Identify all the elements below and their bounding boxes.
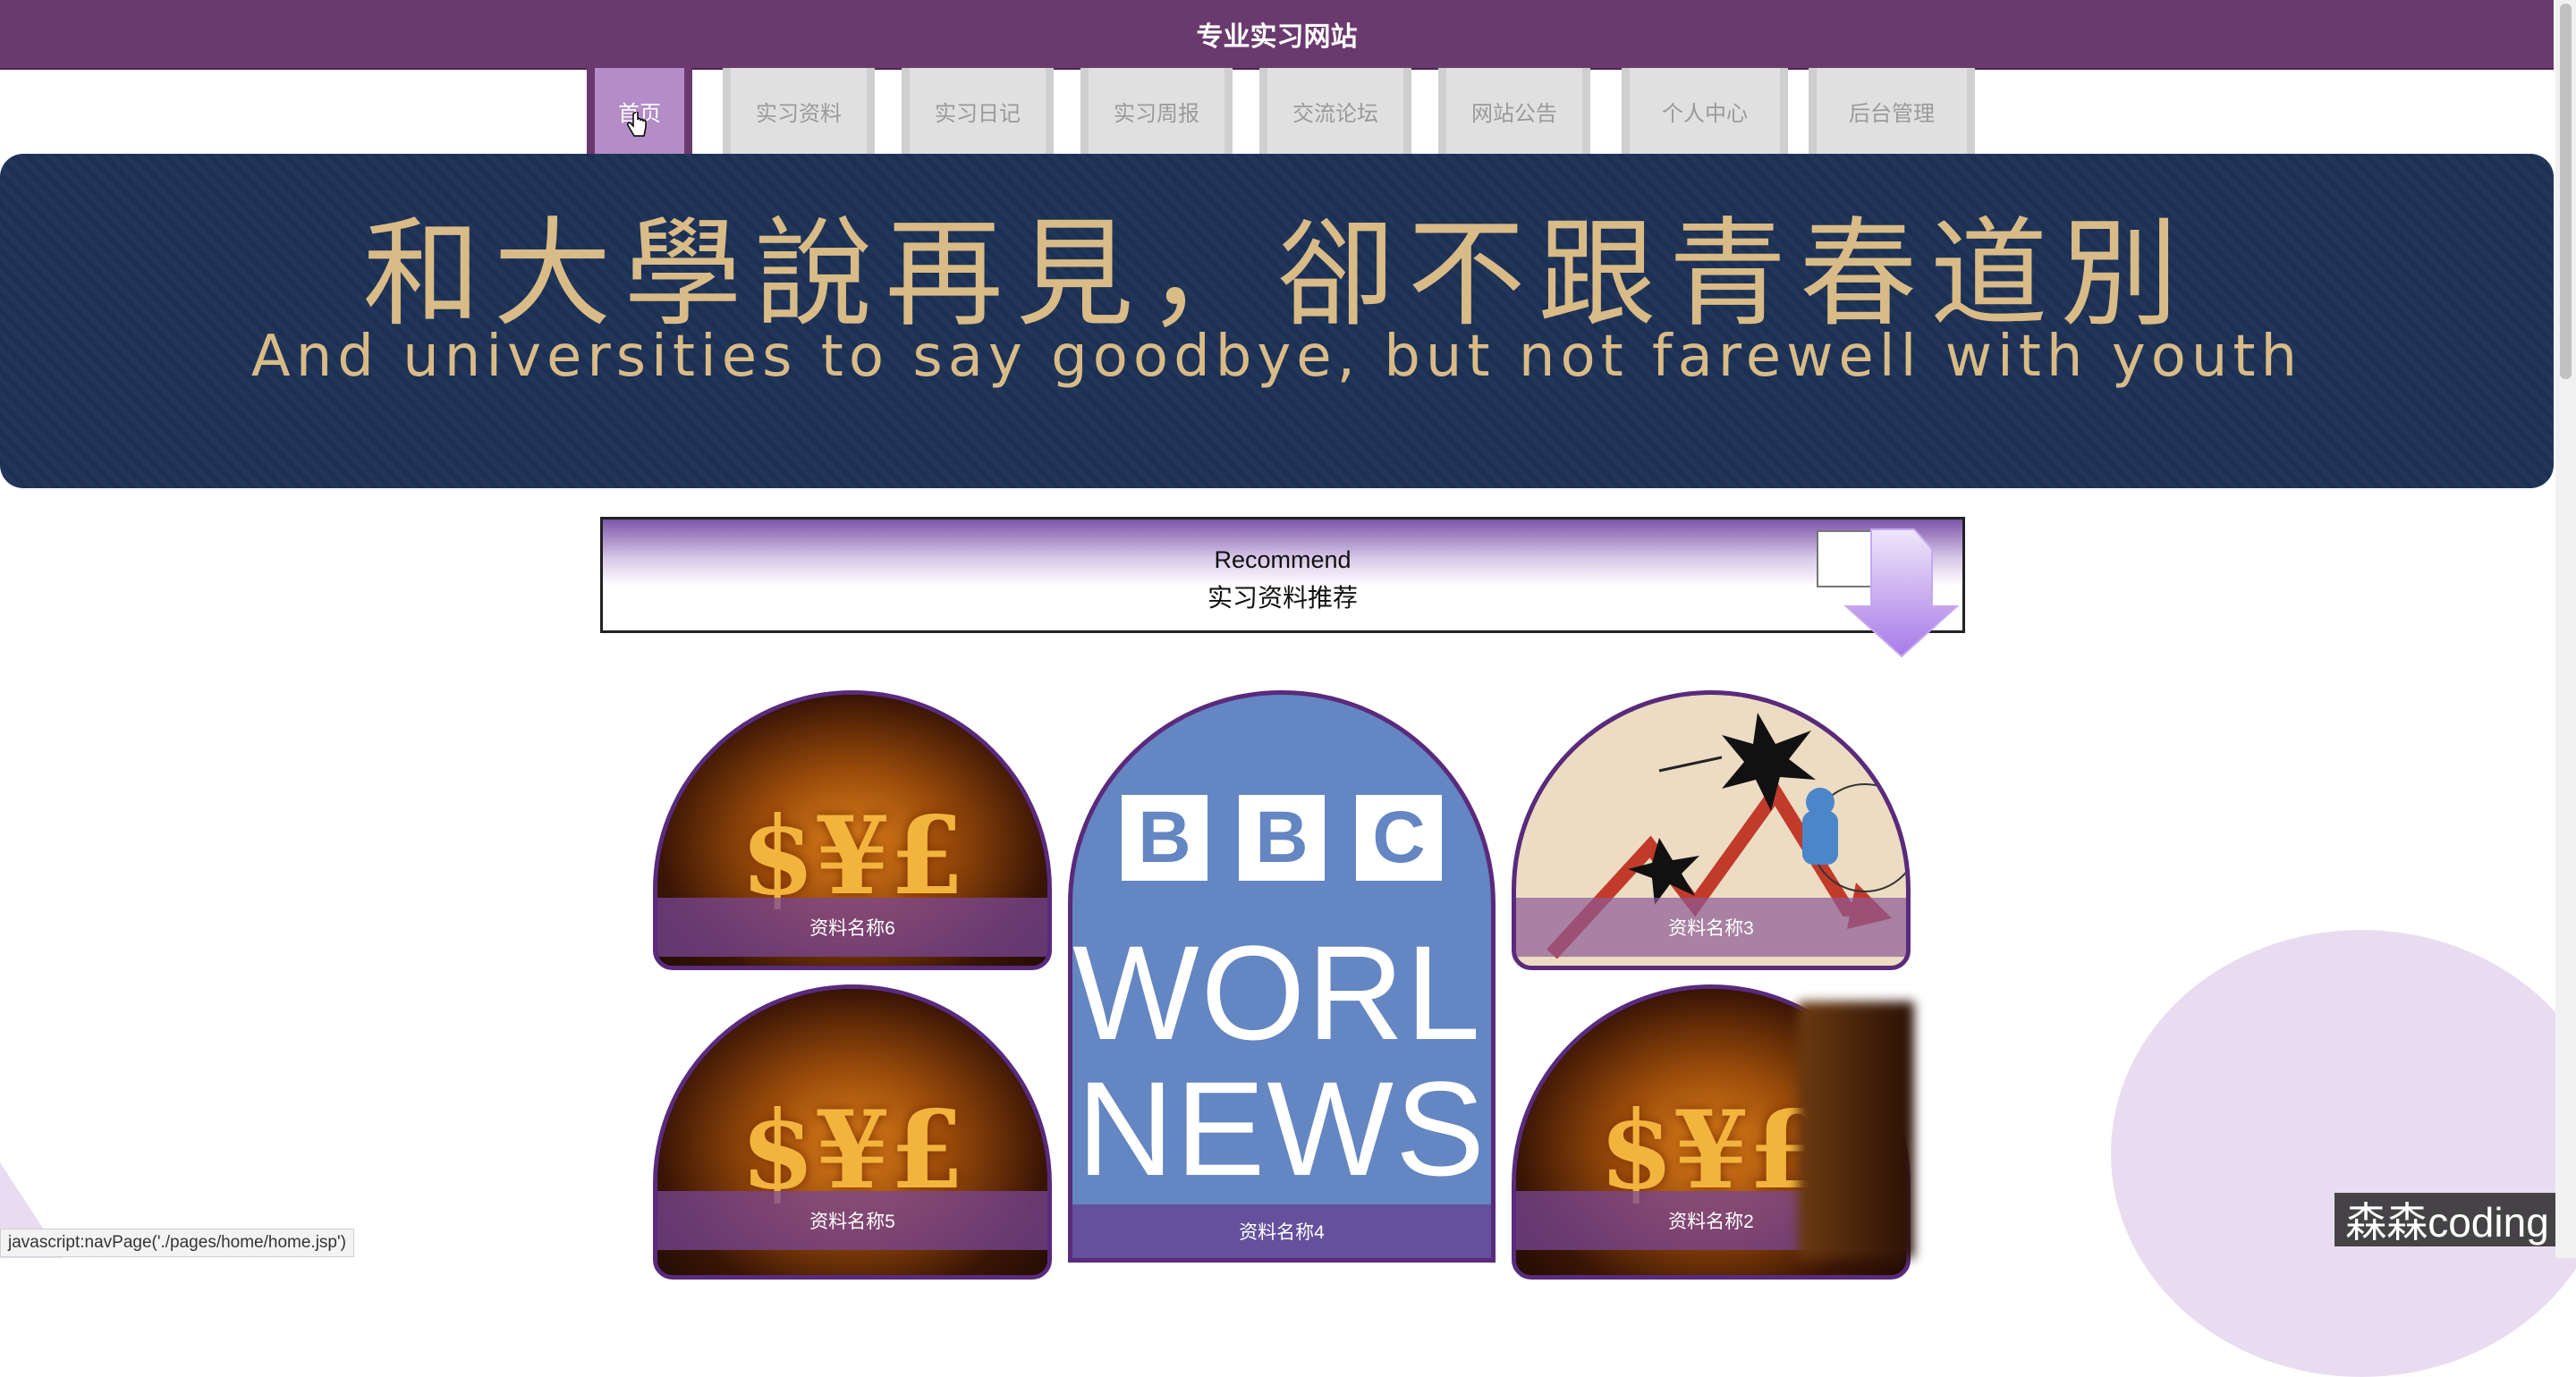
bbc-news-text: NEWS bbox=[1077, 1053, 1487, 1204]
blurred-overlay bbox=[1798, 1001, 1914, 1258]
nav-item-profile[interactable]: 个人中心 bbox=[1622, 68, 1788, 154]
banner-slogan-en: And universities to say goodbye, but not… bbox=[250, 324, 2303, 390]
decorative-circle bbox=[2111, 930, 2576, 1377]
hand-cursor-icon bbox=[627, 112, 647, 137]
video-watermark: 森森coding bbox=[2334, 1193, 2560, 1246]
card-title: 资料名称6 bbox=[657, 898, 1047, 957]
nav-item-forum[interactable]: 交流论坛 bbox=[1259, 68, 1411, 154]
material-card-3[interactable]: 资料名称3 bbox=[1512, 690, 1911, 970]
hero-banner: 和大學說再見，卻不跟青春道別 And universities to say g… bbox=[0, 154, 2554, 488]
nav-item-notice[interactable]: 网站公告 bbox=[1438, 68, 1590, 154]
bbc-letter-c: C bbox=[1356, 795, 1442, 881]
nav-item-admin[interactable]: 后台管理 bbox=[1809, 68, 1975, 154]
down-arrow-icon bbox=[1817, 528, 1959, 658]
recommend-title-cn: 实习资料推荐 bbox=[1207, 584, 1358, 612]
material-card-6[interactable]: $¥£ 资料名称6 bbox=[653, 690, 1052, 970]
bbc-world-text: WORLD bbox=[1072, 917, 1491, 1068]
browser-status-bar: javascript:navPage('./pages/home/home.js… bbox=[0, 1229, 354, 1257]
bbc-letter-b1: B bbox=[1122, 795, 1208, 881]
card-title: 资料名称5 bbox=[657, 1191, 1047, 1250]
card-title: 资料名称4 bbox=[1072, 1204, 1491, 1258]
site-header: 专业实习网站 bbox=[0, 0, 2554, 70]
recommend-header: Recommend 实习资料推荐 bbox=[600, 517, 1965, 658]
card-title: 资料名称3 bbox=[1516, 898, 1906, 957]
nav-item-materials[interactable]: 实习资料 bbox=[723, 68, 875, 154]
material-card-4[interactable]: B B C WORLD NEWS 资料名称4 bbox=[1068, 690, 1496, 1263]
material-card-5[interactable]: $¥£ 资料名称5 bbox=[653, 984, 1052, 1280]
recommend-title-en: Recommend bbox=[1214, 546, 1352, 573]
page-scrollbar[interactable] bbox=[2555, 0, 2576, 1258]
site-title: 专业实习网站 bbox=[1196, 22, 1358, 52]
main-nav: 首页 实习资料 实习日记 实习周报 交流论坛 网站公告 个人中心 后台管理 bbox=[0, 68, 2554, 154]
nav-item-diary[interactable]: 实习日记 bbox=[902, 68, 1054, 154]
bbc-letter-b2: B bbox=[1239, 795, 1325, 881]
scrollbar-thumb[interactable] bbox=[2560, 4, 2572, 379]
nav-item-weekly[interactable]: 实习周报 bbox=[1080, 68, 1233, 154]
